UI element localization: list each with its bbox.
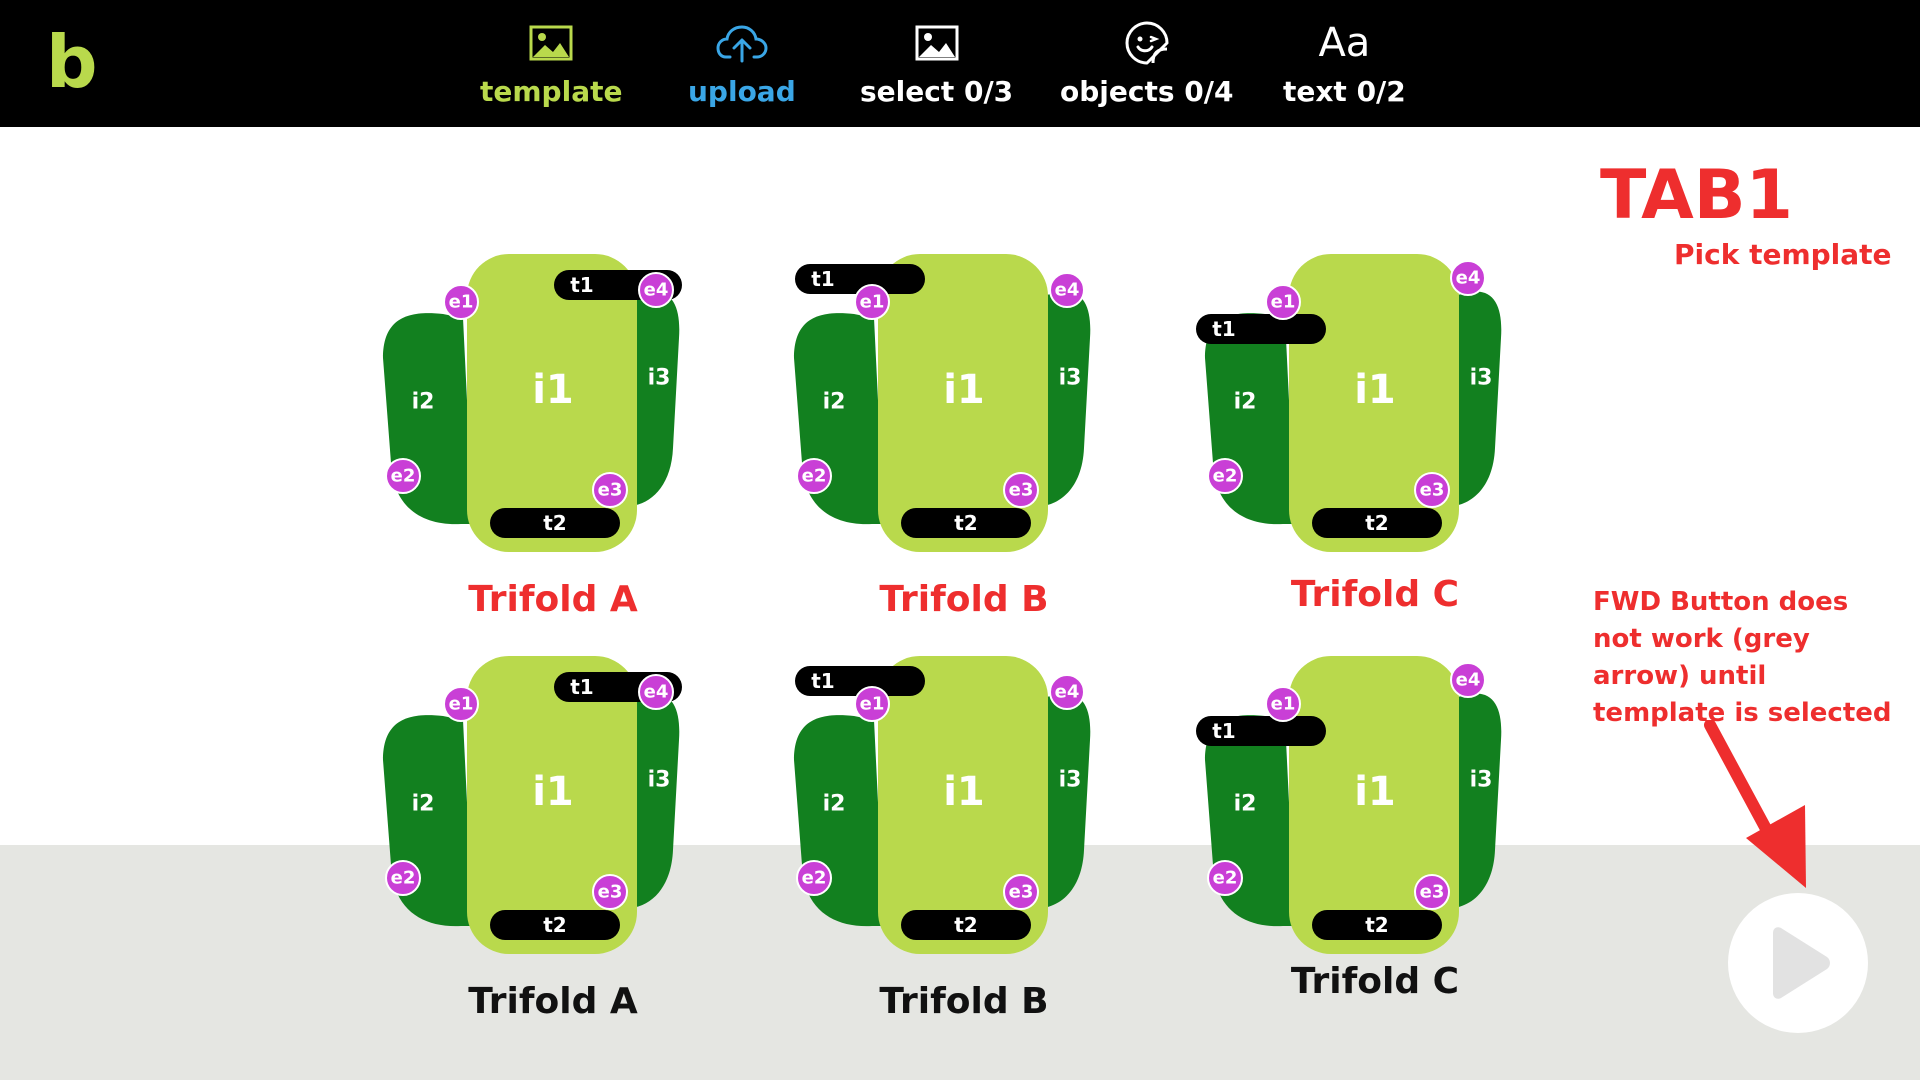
i1-label: i1 [943, 769, 985, 815]
e3-label: e3 [1420, 882, 1445, 903]
i2-label: i2 [1234, 390, 1257, 415]
t1-label: t1 [1212, 317, 1235, 341]
e4-label: e4 [1456, 268, 1481, 289]
text-icon-glyph: Aa [1318, 20, 1371, 66]
tab-objects[interactable]: objects 0/4 [1060, 18, 1233, 118]
e4-label: e4 [644, 280, 669, 301]
e3-label: e3 [1420, 480, 1445, 501]
i1-label: i1 [943, 367, 985, 413]
sticker-icon [1123, 18, 1171, 68]
t2-label: t2 [1365, 913, 1388, 937]
template-title: Trifold A [468, 579, 638, 620]
annotation-tab-subtitle: Pick template [1674, 238, 1892, 271]
i2-label: i2 [412, 390, 435, 415]
i3-label: i3 [1059, 366, 1082, 391]
t1-label: t1 [1212, 719, 1235, 743]
e1-label: e1 [449, 292, 474, 313]
e2-label: e2 [391, 466, 416, 487]
annotation-arrow-icon [1704, 720, 1806, 888]
e2-label: e2 [1213, 868, 1238, 889]
e3-label: e3 [598, 882, 623, 903]
template-card-c[interactable]: t1 t2 i1 i2 i3 e1 e2 e3 e4 Trifold C [1195, 650, 1555, 1020]
e4-label: e4 [1055, 280, 1080, 301]
top-nav-bar: b template upload select 0/3 objects 0/4… [0, 0, 1920, 127]
trifold-preview: t1 t2 i1 i2 i3 e1 e2 e3 e4 [383, 656, 682, 954]
tab-template[interactable]: template [480, 18, 622, 118]
template-title: Trifold B [879, 579, 1049, 620]
t2-label: t2 [1365, 511, 1388, 535]
t2-label: t2 [954, 511, 977, 535]
tab-select[interactable]: select 0/3 [860, 18, 1013, 118]
template-title: Trifold C [1290, 961, 1460, 1002]
e1-label: e1 [860, 694, 885, 715]
i1-label: i1 [532, 367, 574, 413]
t2-label: t2 [954, 913, 977, 937]
template-card-b[interactable]: t1 t2 i1 i2 i3 e1 e2 e3 e4 Trifold B [784, 248, 1144, 620]
template-title: Trifold A [468, 981, 638, 1022]
i2-label: i2 [1234, 792, 1257, 817]
image-icon [529, 18, 573, 68]
i3-label: i3 [648, 366, 671, 391]
template-card-b[interactable]: t1 t2 i1 i2 i3 e1 e2 e3 e4 Trifold B [784, 650, 1144, 1022]
e1-label: e1 [1271, 694, 1296, 715]
t2-label: t2 [543, 511, 566, 535]
e4-label: e4 [644, 682, 669, 703]
t1-label: t1 [811, 267, 834, 291]
e2-label: e2 [1213, 466, 1238, 487]
i2-label: i2 [412, 792, 435, 817]
trifold-preview: t1 t2 i1 i2 i3 e1 e2 e3 e4 [1196, 254, 1502, 552]
e2-label: e2 [802, 466, 827, 487]
template-title: Trifold C [1290, 574, 1460, 615]
text-icon: Aa [1318, 18, 1370, 68]
tab-upload-label: upload [688, 75, 796, 108]
trifold-preview: t1 t2 i1 i2 i3 e1 e2 e3 e4 [383, 254, 682, 552]
e2-label: e2 [802, 868, 827, 889]
t1-label: t1 [570, 273, 593, 297]
template-title: Trifold B [879, 981, 1049, 1022]
template-card-a[interactable]: t1 t2 i1 i2 i3 e1 e2 e3 e4 Trifold A [373, 248, 733, 620]
i1-label: i1 [1354, 769, 1396, 815]
image-icon [915, 18, 959, 68]
i3-label: i3 [1470, 768, 1493, 793]
t2-label: t2 [543, 913, 566, 937]
i1-label: i1 [1354, 367, 1396, 413]
e4-label: e4 [1456, 670, 1481, 691]
tab-text-label: text 0/2 [1283, 75, 1406, 108]
e4-label: e4 [1055, 682, 1080, 703]
e2-label: e2 [391, 868, 416, 889]
e1-label: e1 [1271, 292, 1296, 313]
i3-label: i3 [1470, 366, 1493, 391]
i3-label: i3 [1059, 768, 1082, 793]
app-logo[interactable]: b [46, 22, 98, 102]
i1-label: i1 [532, 769, 574, 815]
tab-objects-label: objects 0/4 [1060, 75, 1234, 108]
tab-template-label: template [480, 75, 623, 108]
annotation-fwd-note: FWD Button does not work (grey arrow) un… [1593, 587, 1892, 728]
trifold-preview: t1 t2 i1 i2 i3 e1 e2 e3 e4 [794, 656, 1091, 954]
e3-label: e3 [1009, 480, 1034, 501]
e1-label: e1 [449, 694, 474, 715]
trifold-preview: t1 t2 i1 i2 i3 e1 e2 e3 e4 [1196, 656, 1502, 954]
t1-label: t1 [811, 669, 834, 693]
tab-text[interactable]: Aa text 0/2 [1283, 18, 1406, 118]
e3-label: e3 [598, 480, 623, 501]
trifold-preview: t1 t2 i1 i2 i3 e1 e2 e3 e4 [794, 254, 1091, 552]
cloud-upload-icon [716, 18, 768, 68]
forward-button[interactable] [1728, 893, 1868, 1033]
i3-label: i3 [648, 768, 671, 793]
template-card-a[interactable]: t1 t2 i1 i2 i3 e1 e2 e3 e4 Trifold A [373, 650, 733, 1022]
i2-label: i2 [823, 792, 846, 817]
i2-label: i2 [823, 390, 846, 415]
tab-upload[interactable]: upload [688, 18, 796, 118]
e3-label: e3 [1009, 882, 1034, 903]
t1-label: t1 [570, 675, 593, 699]
e1-label: e1 [860, 292, 885, 313]
tab-select-label: select 0/3 [860, 75, 1014, 108]
template-card-c[interactable]: t1 t2 i1 i2 i3 e1 e2 e3 e4 Trifold C [1195, 248, 1555, 618]
annotation-tab-title: TAB1 [1600, 156, 1793, 235]
play-arrow-icon [1773, 927, 1830, 999]
